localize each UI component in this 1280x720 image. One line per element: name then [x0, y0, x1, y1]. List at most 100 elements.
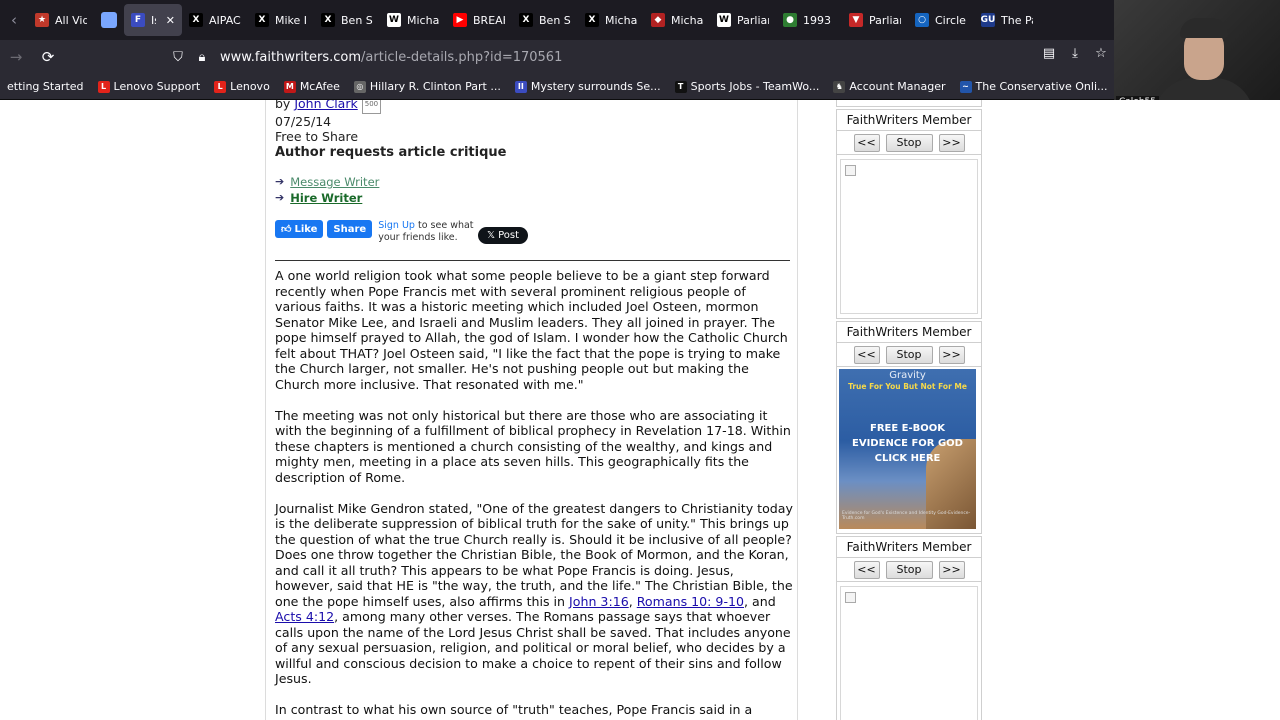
tab-4[interactable]: X Mike I — [248, 4, 314, 36]
tab-12[interactable]: ● 1993 C — [776, 4, 842, 36]
tab-11[interactable]: W Parliar — [710, 4, 776, 36]
byline: by John Clark 500 — [275, 100, 506, 114]
bookmark-star-icon[interactable]: ☆ — [1092, 46, 1110, 61]
tab-favicon-icon — [101, 12, 117, 28]
tab-favicon-icon: X — [321, 13, 335, 27]
arrow-right-icon: ➔ — [275, 191, 285, 204]
tab-1[interactable] — [94, 4, 124, 36]
tab-8[interactable]: X Ben Sl — [512, 4, 578, 36]
tab-10[interactable]: ◆ Micha — [644, 4, 710, 36]
fb-signup-link[interactable]: Sign Up — [378, 220, 415, 231]
webcam-person-cap — [1180, 18, 1228, 38]
bookmark-favicon-icon: ◎ — [353, 80, 366, 93]
tabs-scroll-left-icon[interactable]: ‹ — [0, 0, 28, 40]
tab-favicon-icon: ▶ — [453, 13, 467, 27]
article-divider — [275, 260, 790, 261]
paragraph-3-text-b: , among many other verses. The Romans pa… — [275, 609, 791, 686]
tab-title: Micha — [407, 13, 439, 27]
ad-cta-line3: CLICK HERE — [874, 453, 941, 464]
shield-icon[interactable]: ⛉ — [166, 50, 190, 65]
verse-link-romans[interactable]: Romans 10: 9-10 — [637, 594, 744, 609]
ebook-ad-banner[interactable]: Gravity True For You But Not For Me FREE… — [839, 369, 976, 529]
forward-icon[interactable]: → — [0, 48, 32, 66]
widget-next-button[interactable]: >> — [938, 345, 965, 364]
reader-view-icon[interactable]: ▤ — [1040, 46, 1058, 61]
bookmark-item[interactable]: ◎ Hillary R. Clinton Part ... — [347, 80, 508, 93]
tab-0[interactable]: ★ All Vid — [28, 4, 94, 36]
widget-image-slot[interactable] — [840, 586, 978, 720]
author-badge: 500 — [361, 100, 382, 114]
paragraph-3: Journalist Mike Gendron stated, "One of … — [275, 501, 795, 687]
bookmark-label: McAfee — [299, 80, 340, 93]
bookmark-favicon-icon: II — [514, 80, 527, 93]
tab-3[interactable]: X AIPAC — [182, 4, 248, 36]
bookmark-label: Mystery surrounds Se... — [530, 80, 661, 93]
tab-7[interactable]: ▶ BREAK — [446, 4, 512, 36]
facebook-like-button[interactable]: 👍︎ Like — [275, 220, 324, 238]
separator-1: , — [628, 593, 637, 609]
author-link[interactable]: John Clark — [294, 100, 357, 111]
bookmark-item[interactable]: M McAfee — [277, 80, 347, 93]
ad-cta: FREE E-BOOK EVIDENCE FOR GOD CLICK HERE — [839, 421, 976, 466]
facebook-share-button[interactable]: Share — [327, 220, 373, 238]
bookmark-item[interactable]: ♞ Account Manager — [826, 80, 952, 93]
reload-icon[interactable]: ⟳ — [32, 48, 64, 66]
widget-stop-button[interactable]: Stop — [885, 560, 933, 579]
bookmark-item[interactable]: T Sports Jobs - TeamWo... — [668, 80, 827, 93]
article-meta: by John Clark 500 07/25/14 Free to Share … — [275, 100, 506, 160]
widget-prev-button[interactable]: << — [853, 560, 880, 579]
verse-link-acts[interactable]: Acts 4:12 — [275, 609, 334, 624]
paragraph-4: In contrast to what his own source of "t… — [275, 702, 753, 717]
bookmark-item[interactable]: etting Started — [0, 80, 91, 93]
tab-favicon-icon: W — [717, 13, 731, 27]
url-bar[interactable]: ⛉ 🔒︎ www.faithwriters.com/article-detail… — [166, 44, 1116, 70]
hire-writer-link[interactable]: Hire Writer — [290, 190, 362, 206]
message-writer-link[interactable]: Message Writer — [290, 174, 379, 190]
tab-favicon-icon: ★ — [35, 13, 49, 27]
facebook-signup-text: Sign Up to see what your friends like. — [378, 220, 478, 244]
tab-title: Mike I — [275, 13, 307, 27]
tab-2[interactable]: F Is T ✕ — [124, 4, 182, 36]
tab-favicon-icon: W — [387, 13, 401, 27]
bookmark-item[interactable]: II Mystery surrounds Se... — [508, 80, 668, 93]
bookmark-item[interactable]: L Lenovo Support — [91, 80, 208, 93]
bookmarks-bar: etting Started L Lenovo Support L Lenovo M McA… — [0, 74, 1280, 100]
tab-favicon-icon: X — [189, 13, 203, 27]
widget-next-button[interactable]: >> — [938, 560, 965, 579]
x-post-label: Post — [498, 230, 519, 241]
tab-5[interactable]: X Ben Sl — [314, 4, 380, 36]
bookmark-favicon-icon: M — [283, 80, 296, 93]
url-actions: ▤ ⤓ ☆ — [1040, 46, 1110, 61]
save-to-pocket-icon[interactable]: ⤓ — [1066, 46, 1084, 61]
tab-14[interactable]: ○ Circle — [908, 4, 974, 36]
ad-title: Gravity — [889, 370, 926, 381]
widget-prev-button[interactable]: << — [853, 133, 880, 152]
page-info-icon[interactable]: 🔒︎ — [190, 50, 214, 65]
url-text[interactable]: www.faithwriters.com/article-details.php… — [220, 50, 562, 65]
widget-stop-button[interactable]: Stop — [885, 345, 933, 364]
widget-top-edge — [836, 100, 982, 107]
bookmark-item[interactable]: ~ The Conservative Onli... — [953, 80, 1115, 93]
tab-favicon-icon: ● — [783, 13, 797, 27]
bookmark-favicon-icon: L — [214, 80, 227, 93]
tab-13[interactable]: ▼ Parliar — [842, 4, 908, 36]
tab-9[interactable]: X Micha — [578, 4, 644, 36]
webcam-overlay: Caleb55 — [1114, 0, 1280, 110]
tab-title: 1993 C — [803, 13, 835, 27]
tab-close-icon[interactable]: ✕ — [166, 14, 175, 27]
widget-next-button[interactable]: >> — [938, 133, 965, 152]
bookmark-item[interactable]: L Lenovo — [207, 80, 277, 93]
fb-share-label: Share — [333, 223, 367, 235]
tab-title: AIPAC — [209, 13, 241, 27]
widget-prev-button[interactable]: << — [853, 345, 880, 364]
share-status: Free to Share — [275, 129, 359, 144]
tab-title: Ben Sl — [341, 13, 373, 27]
widget-stop-button[interactable]: Stop — [885, 133, 933, 152]
tab-15[interactable]: GU The Pa — [974, 4, 1040, 36]
widget-image-slot[interactable] — [840, 159, 978, 314]
tab-6[interactable]: W Micha — [380, 4, 446, 36]
x-post-button[interactable]: 𝕏 Post — [478, 227, 528, 244]
verse-link-john[interactable]: John 3:16 — [569, 594, 629, 609]
widget-controls: << Stop >> — [836, 558, 982, 582]
x-logo-icon: 𝕏 — [487, 230, 496, 241]
